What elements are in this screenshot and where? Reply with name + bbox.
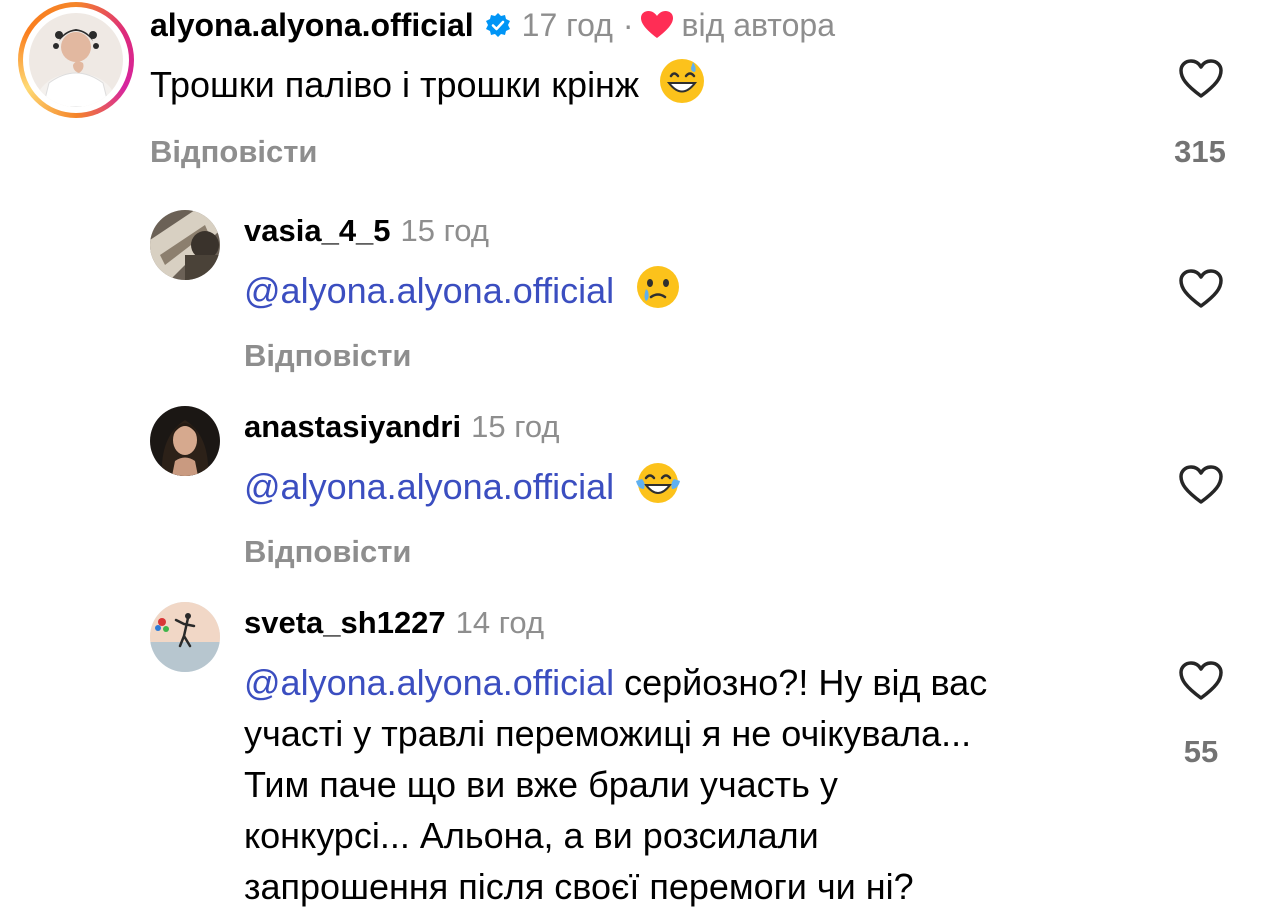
author-like-label: від автора	[681, 6, 835, 43]
avatar[interactable]	[150, 406, 220, 476]
text-line: серйозно?! Ну від вас	[624, 662, 988, 703]
like-heart-icon[interactable]	[1178, 58, 1224, 105]
like-count: 315	[1174, 134, 1226, 169]
text-line: запрошення після своєї перемоги чи ні?	[244, 866, 914, 907]
reply-button[interactable]: Відповісти	[150, 134, 318, 170]
like-count: 55	[1183, 734, 1219, 769]
comment-time: 15 год	[471, 409, 560, 444]
comment-text: @alyona.alyona.official	[244, 459, 682, 520]
comment-sveta: sveta_sh1227 14 год @alyona.alyona.offic…	[0, 592, 1280, 918]
like-heart-icon[interactable]	[1178, 464, 1224, 511]
username[interactable]: sveta_sh1227	[244, 605, 446, 641]
avatar	[29, 13, 123, 107]
reply-button[interactable]: Відповісти	[244, 338, 412, 374]
avatar-story-ring[interactable]	[18, 2, 134, 118]
like-heart-icon[interactable]	[1178, 268, 1224, 315]
comment-text: Трошки паліво і трошки крінж	[150, 56, 707, 119]
face-with-tears-of-joy-icon	[634, 459, 682, 520]
username[interactable]: anastasiyandri	[244, 409, 461, 445]
mention-link[interactable]: @alyona.alyona.official	[244, 662, 614, 703]
author-liked-heart-icon	[640, 10, 674, 40]
verified-badge-icon	[484, 11, 512, 39]
separator-dot: ·	[622, 6, 634, 43]
mention-link[interactable]: @alyona.alyona.official	[244, 466, 614, 507]
comment-meta: anastasiyandri 15 год	[244, 408, 559, 446]
face-holding-back-tears-icon	[634, 263, 682, 324]
text-line: конкурсі... Альона, а ви розсилали	[244, 815, 819, 856]
avatar[interactable]	[150, 210, 220, 280]
comment-vasia: vasia_4_5 15 год @alyona.alyona.official…	[0, 200, 1280, 390]
grinning-face-with-sweat-icon	[657, 56, 707, 119]
comment-meta: alyona.alyona.official 17 год · від авто…	[150, 6, 835, 44]
text-line: участі у травлі переможиці я не очікувал…	[244, 713, 972, 754]
comment-time: 17 год	[521, 6, 613, 43]
mention-link[interactable]: @alyona.alyona.official	[244, 270, 614, 311]
comment-meta: sveta_sh1227 14 год	[244, 604, 544, 642]
comment-time: 14 год	[455, 605, 545, 640]
comment-anastasiyandri: anastasiyandri 15 год @alyona.alyona.off…	[0, 396, 1280, 586]
text-line: Тим паче що ви вже брали участь у	[244, 764, 838, 805]
username[interactable]: vasia_4_5	[244, 213, 391, 249]
comment-time: 15 год	[400, 213, 489, 248]
comments-thread: alyona.alyona.official 17 год · від авто…	[0, 0, 1280, 918]
comment-text: @alyona.alyona.official	[244, 263, 682, 324]
reply-button[interactable]: Відповісти	[244, 534, 412, 570]
comment-alyona: alyona.alyona.official 17 год · від авто…	[0, 0, 1280, 180]
comment-meta: vasia_4_5 15 год	[244, 212, 489, 250]
avatar[interactable]	[150, 602, 220, 672]
like-heart-icon[interactable]	[1178, 660, 1224, 707]
comment-text: @alyona.alyona.official серйозно?! Ну ві…	[244, 657, 1144, 912]
username[interactable]: alyona.alyona.official	[150, 7, 474, 44]
